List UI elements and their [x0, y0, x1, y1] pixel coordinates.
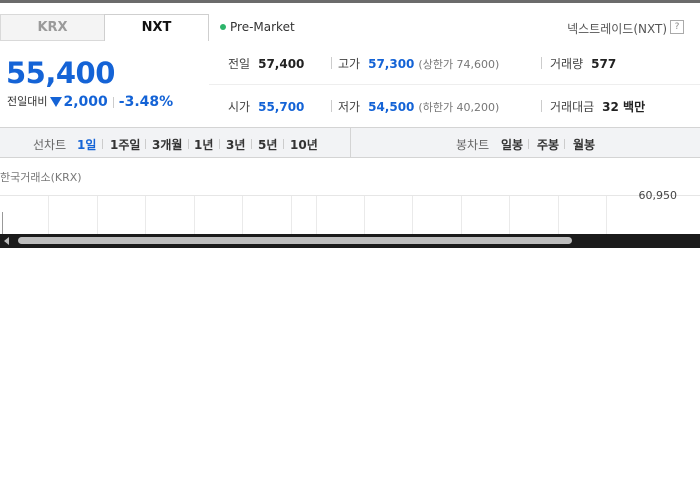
candle-chart-label: 봉차트 — [456, 138, 490, 152]
down-triangle-icon — [50, 97, 63, 107]
period-5y[interactable]: 5년 — [258, 136, 277, 153]
scroll-left-icon[interactable] — [4, 237, 9, 245]
period-3y[interactable]: 3년 — [226, 136, 245, 153]
stat-label: 전일 — [228, 57, 251, 71]
stat-label: 고가 — [338, 57, 361, 71]
stat-value: 55,700 — [258, 100, 305, 114]
lower-limit: (하한가 40,200) — [418, 101, 500, 114]
chart-period-bar: 선차트 1일 1주일 3개월 1년 3년 5년 10년 봉차트 일봉 주봉 월봉 — [0, 127, 700, 158]
horizontal-scrollbar[interactable] — [0, 234, 700, 248]
price-change: 전일대비 2,000 -3.48% — [7, 93, 173, 110]
divider — [541, 100, 542, 112]
divider — [331, 100, 332, 112]
market-status-label: Pre-Market — [230, 20, 295, 34]
period-3m[interactable]: 3개월 — [152, 136, 182, 153]
stat-label: 시가 — [228, 100, 251, 114]
divider — [145, 139, 146, 149]
period-weekly-candle[interactable]: 주봉 — [537, 136, 559, 153]
divider — [350, 128, 351, 157]
stat-label: 거래량 — [550, 57, 584, 71]
stat-low: 저가 54,500 (하한가 40,200) — [338, 98, 499, 115]
status-dot-icon — [220, 23, 226, 30]
stat-value: 57,400 — [258, 57, 305, 71]
stat-value: 54,500 — [368, 100, 415, 114]
divider — [283, 139, 284, 149]
help-icon[interactable]: ? — [670, 20, 684, 34]
stat-value: 57,300 — [368, 57, 415, 71]
period-1w[interactable]: 1주일 — [110, 136, 140, 153]
divider — [219, 139, 220, 149]
divider — [541, 57, 542, 69]
exchange-name: 넥스트레이드(NXT) — [567, 22, 667, 36]
divider — [251, 139, 252, 149]
stat-trade-amount: 거래대금 32 백만 — [550, 98, 645, 115]
divider — [102, 139, 103, 149]
divider — [528, 139, 529, 149]
stat-value: 32 백만 — [602, 100, 646, 114]
stat-volume: 거래량 577 — [550, 55, 616, 72]
period-monthly-candle[interactable]: 월봉 — [573, 136, 595, 153]
gridlines-vertical — [48, 196, 607, 234]
market-status: Pre-Market — [220, 20, 295, 34]
stat-label: 저가 — [338, 100, 361, 114]
stat-high: 고가 57,300 (상한가 74,600) — [338, 55, 499, 72]
period-1d[interactable]: 1일 — [77, 136, 96, 153]
stat-label: 거래대금 — [550, 100, 595, 114]
change-rate: -3.48% — [118, 94, 174, 110]
tab-nxt[interactable]: NXT — [104, 14, 209, 41]
period-daily-candle[interactable]: 일봉 — [501, 136, 523, 153]
current-price: 55,400 — [6, 56, 115, 90]
divider — [564, 139, 565, 149]
change-label: 전일대비 — [7, 95, 48, 108]
chart-canvas[interactable] — [0, 188, 700, 234]
stat-prev-close: 전일 57,400 — [228, 55, 304, 72]
line-chart-label: 선차트 — [33, 138, 67, 152]
period-10y[interactable]: 10년 — [290, 136, 318, 153]
divider — [188, 139, 189, 149]
stats-divider — [209, 84, 700, 85]
top-border — [0, 0, 700, 3]
stat-open: 시가 55,700 — [228, 98, 304, 115]
stat-value: 577 — [591, 57, 617, 71]
tab-krx[interactable]: KRX — [0, 14, 105, 41]
change-amount: 2,000 — [63, 94, 108, 110]
chart-source-label: 한국거래소(KRX) — [0, 171, 82, 184]
upper-limit: (상한가 74,600) — [418, 58, 500, 71]
period-1y[interactable]: 1년 — [194, 136, 213, 153]
scroll-thumb[interactable] — [18, 237, 572, 244]
divider — [331, 57, 332, 69]
y-axis-top-label: 60,950 — [638, 189, 678, 202]
divider — [112, 96, 114, 108]
